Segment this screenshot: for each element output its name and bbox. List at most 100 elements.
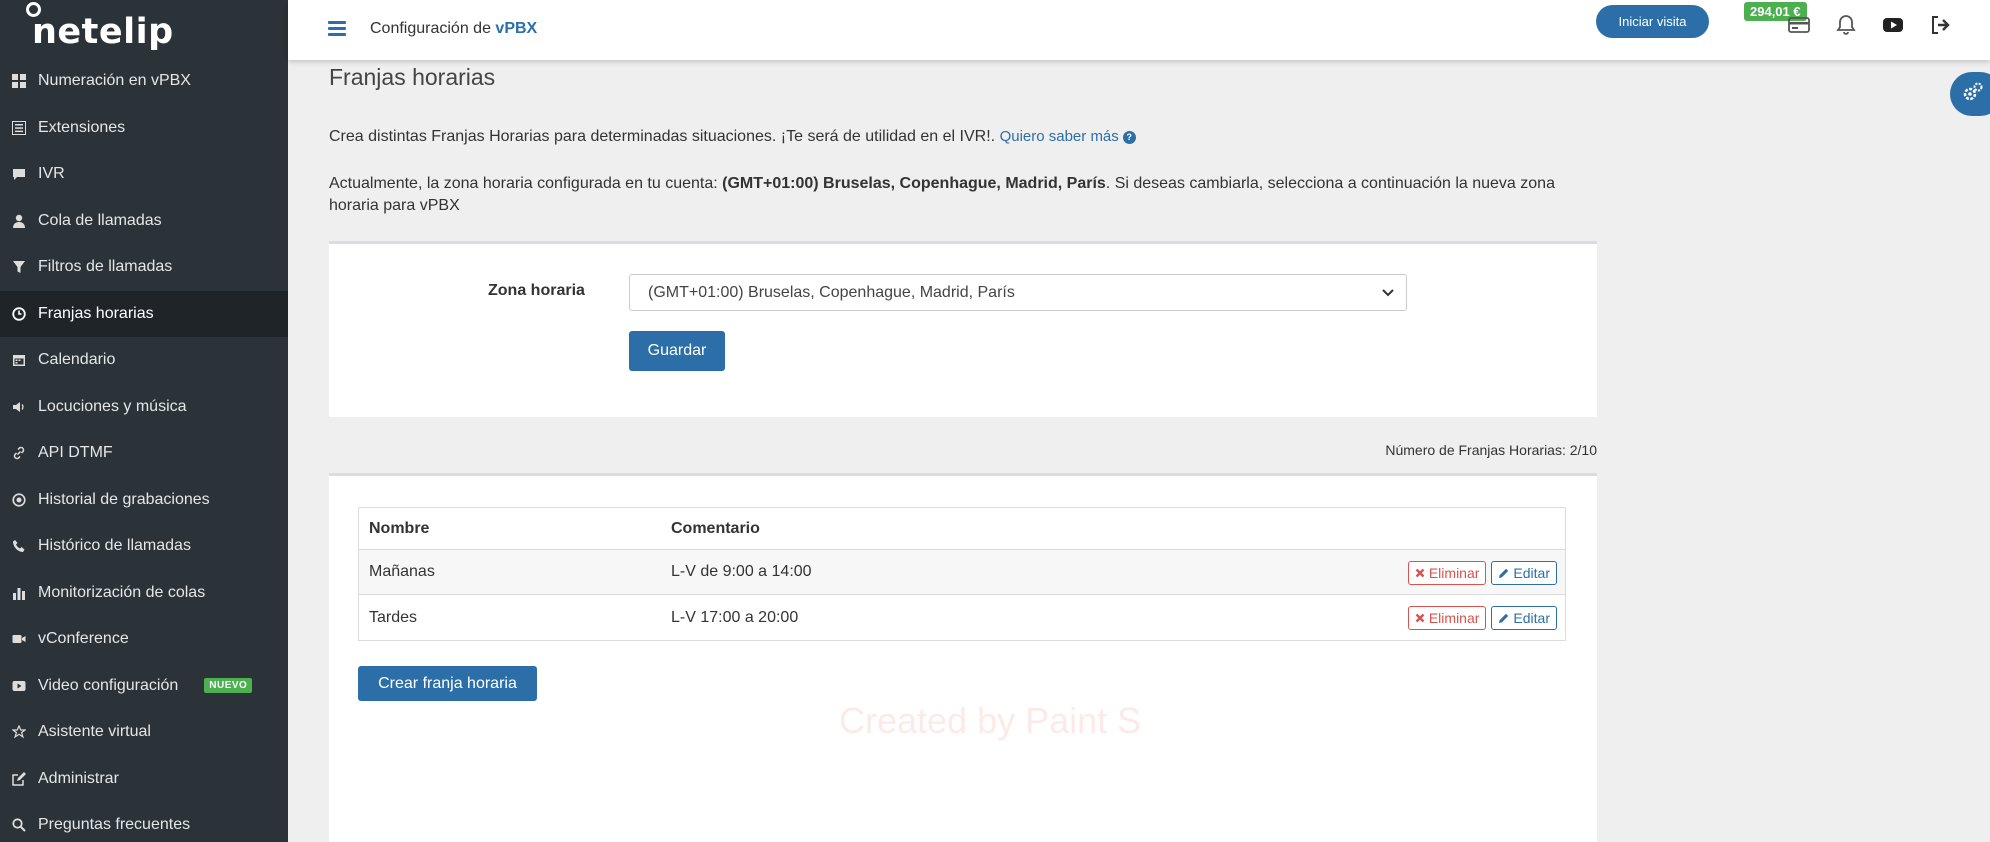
learn-more-link[interactable]: Quiero saber más? [1000,128,1136,145]
sidebar-item-label: Preguntas frecuentes [38,816,191,834]
sidebar-item-label: Calendario [38,351,116,369]
sidebar-item-api-dtmf[interactable]: API DTMF [0,430,288,477]
intro-text: Crea distintas Franjas Horarias para det… [329,128,1136,146]
list-icon [11,120,26,135]
chevron-down-icon [1380,284,1396,300]
youtube-icon[interactable] [1880,12,1906,38]
chat-icon [11,167,26,182]
table-row: Mañanas L-V de 9:00 a 14:00 Eliminar Edi… [359,550,1565,595]
title-prefix: Configuración de [370,20,496,37]
timezone-selected-value: (GMT+01:00) Bruselas, Copenhague, Madrid… [648,283,1015,301]
sidebar-item-calendario[interactable]: Calendario [0,337,288,384]
column-header-name: Nombre [369,519,430,537]
row-name: Mañanas [369,563,435,580]
sidebar-item-asistente-virtual[interactable]: Asistente virtual [0,709,288,756]
credit-card-icon[interactable] [1786,12,1812,38]
record-icon [11,492,26,507]
sidebar-item-label: Administrar [38,769,119,787]
logout-icon[interactable] [1928,12,1954,38]
top-bar: Configuración de vPBX Iniciar visita 294… [288,0,1990,60]
filter-icon [11,260,26,275]
sidebar-item-extensiones[interactable]: Extensiones [0,105,288,152]
sidebar-item-label: Historial de grabaciones [38,490,210,508]
speaker-icon [11,399,26,414]
sidebar-item-label: Filtros de llamadas [38,258,173,276]
grid-icon [11,74,26,89]
title-emphasis: vPBX [495,20,538,37]
edit-icon [11,771,26,786]
sidebar-item-video-configuracion[interactable]: Video configuración NUEVO [0,663,288,710]
link-icon [11,446,26,461]
star-icon [11,725,26,740]
sidebar: netelip Numeración en vPBX Extensiones I… [0,0,288,842]
sidebar-item-cola-llamadas[interactable]: Cola de llamadas [0,198,288,245]
sidebar-item-label: Numeración en vPBX [38,72,191,90]
bar-chart-icon [11,585,26,600]
page-title: Franjas horarias [329,64,496,90]
table-row: Tardes L-V 17:00 a 20:00 Eliminar Editar [359,595,1565,640]
sidebar-item-label: vConference [38,630,129,648]
new-badge: NUEVO [204,678,253,694]
sidebar-item-label: IVR [38,165,65,183]
sidebar-item-label: Franjas horarias [38,304,154,322]
timeslots-table: Nombre Comentario Mañanas L-V de 9:00 a … [358,507,1566,641]
clock-icon [11,306,26,321]
question-circle-icon: ? [1122,130,1136,144]
sidebar-item-locuciones[interactable]: Locuciones y música [0,384,288,431]
sidebar-item-historico-llamadas[interactable]: Histórico de llamadas [0,523,288,570]
sidebar-item-historial-grabaciones[interactable]: Historial de grabaciones [0,477,288,524]
gears-icon [1962,81,1984,108]
sidebar-item-ivr[interactable]: IVR [0,151,288,198]
bell-icon[interactable] [1833,12,1859,38]
sidebar-item-vconference[interactable]: vConference [0,616,288,663]
sidebar-item-monitorizacion-colas[interactable]: Monitorización de colas [0,570,288,617]
timezone-select[interactable]: (GMT+01:00) Bruselas, Copenhague, Madrid… [629,274,1407,311]
delete-button[interactable]: Eliminar [1407,561,1487,585]
menu-toggle-icon[interactable] [328,21,346,37]
timezone-label: Zona horaria [488,282,585,299]
delete-button[interactable]: Eliminar [1407,606,1487,630]
logo-text: netelip [32,12,174,52]
create-timeslot-button[interactable]: Crear franja horaria [358,666,537,701]
learn-more-label: Quiero saber más [999,128,1119,145]
sidebar-item-administrar[interactable]: Administrar [0,756,288,803]
calendar-icon [11,353,26,368]
intro-description: Crea distintas Franjas Horarias para det… [329,128,996,145]
row-actions: Eliminar Editar [1407,606,1557,630]
edit-button[interactable]: Editar [1491,561,1557,585]
sidebar-item-label: Cola de llamadas [38,211,162,229]
x-icon [1415,613,1425,623]
timezone-panel: Zona horaria (GMT+01:00) Bruselas, Copen… [329,241,1597,417]
timezone-info: Actualmente, la zona horaria configurada… [329,173,1597,217]
tz-info-prefix: Actualmente, la zona horaria configurada… [329,175,723,192]
edit-button[interactable]: Editar [1491,606,1557,630]
edit-label: Editar [1513,565,1550,581]
column-header-comment: Comentario [671,519,760,537]
video-camera-icon [11,632,26,647]
sidebar-item-label: Histórico de llamadas [38,537,191,555]
sidebar-item-preguntas-frecuentes[interactable]: Preguntas frecuentes [0,802,288,842]
user-icon [11,213,26,228]
sidebar-item-label: Locuciones y música [38,397,187,415]
row-comment: L-V de 9:00 a 14:00 [671,563,812,580]
row-comment: L-V 17:00 a 20:00 [671,608,799,626]
x-icon [1415,568,1425,578]
delete-label: Eliminar [1428,610,1480,626]
sidebar-item-label: Video configuración [38,676,179,694]
start-tour-button[interactable]: Iniciar visita [1596,5,1709,38]
pencil-icon [1499,613,1509,623]
timeslot-count: Número de Franjas Horarias: 2/10 [1385,442,1597,458]
sidebar-item-filtros[interactable]: Filtros de llamadas [0,244,288,291]
row-name: Tardes [369,608,418,626]
delete-label: Eliminar [1428,565,1480,581]
table-header-row: Nombre Comentario [359,508,1565,550]
sidebar-item-franjas-horarias[interactable]: Franjas horarias [0,290,288,337]
sidebar-item-numeracion[interactable]: Numeración en vPBX [0,58,288,105]
phone-icon [11,539,26,554]
sidebar-item-label: API DTMF [38,444,113,462]
settings-fab[interactable] [1950,72,1990,116]
search-icon [11,818,26,833]
save-button[interactable]: Guardar [629,331,725,371]
pencil-icon [1499,568,1509,578]
tz-info-current: (GMT+01:00) Bruselas, Copenhague, Madrid… [722,175,1106,192]
